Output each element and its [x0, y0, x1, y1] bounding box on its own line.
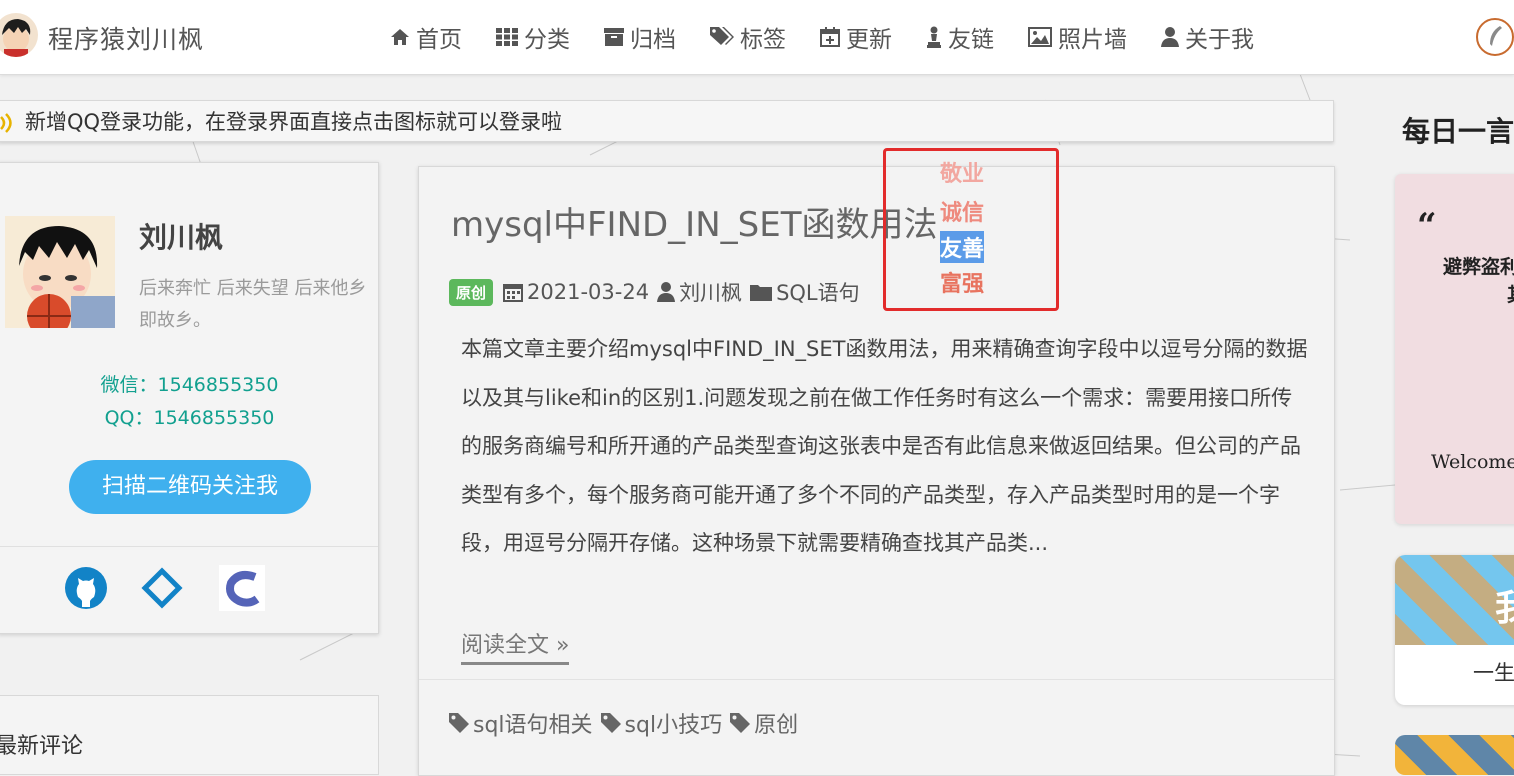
latest-comments-title: 最新评论 [0, 734, 84, 759]
nav-category[interactable]: 分类 [496, 20, 570, 54]
user-icon [657, 282, 676, 302]
home-icon [391, 29, 409, 45]
article-date: 2021-03-24 [527, 280, 650, 304]
calendar-plus-icon [820, 27, 840, 47]
gitee-icon[interactable] [139, 565, 185, 611]
user-icon [1161, 27, 1179, 47]
daily-quote-card: “ 避弊盗利 其 Welcome [1395, 174, 1514, 524]
nav-photos[interactable]: 照片墙 [1028, 20, 1127, 54]
nav-label: 标签 [740, 27, 786, 53]
profile-motto: 后来奔忙 后来失望 后来他乡即故乡。 [139, 278, 367, 331]
nav-update[interactable]: 更新 [820, 20, 892, 54]
nav-links[interactable]: 友链 [926, 20, 994, 54]
profile-name: 刘川枫 [139, 221, 224, 254]
article-category[interactable]: SQL语句 [776, 277, 860, 307]
divider [419, 679, 1334, 680]
original-badge: 原创 [449, 278, 494, 306]
quote-mark-icon: “ [1417, 206, 1437, 246]
article-excerpt: 本篇文章主要介绍mysql中FIND_IN_SET函数用法，用来精确查询字段中以… [461, 337, 1308, 555]
wechat-contact: 微信：1546855350 [100, 374, 279, 396]
nav-tags[interactable]: 标签 [710, 20, 786, 54]
banner-text: 我 [1495, 588, 1514, 629]
sidebar-feature-card[interactable]: 我 一生 [1395, 555, 1514, 705]
quote-text: 其 [1507, 280, 1514, 307]
chess-pawn-icon [927, 26, 941, 48]
floating-word: 敬业 [940, 162, 985, 187]
tag-item[interactable]: 原创 [730, 707, 798, 739]
tag-icon [730, 713, 751, 733]
tag-item[interactable]: sql小技巧 [600, 707, 723, 739]
calendar-icon [503, 284, 524, 302]
tag-item[interactable]: sql语句相关 [449, 707, 593, 739]
nav-label: 关于我 [1185, 27, 1254, 53]
nav-archive[interactable]: 归档 [604, 20, 676, 54]
tag-label: sql小技巧 [624, 713, 723, 738]
site-logo-avatar[interactable] [0, 13, 38, 57]
quote-text: 避弊盗利 [1443, 256, 1514, 278]
floating-word: 诚信 [940, 201, 985, 226]
qq-contact: QQ：1546855350 [104, 407, 275, 429]
nav-label: 归档 [630, 27, 676, 53]
article-tags: sql语句相关 sql小技巧 原创 [449, 707, 806, 739]
nav-home[interactable]: 首页 [390, 20, 462, 54]
broadcast-icon [0, 113, 12, 133]
notice-text: 新增QQ登录功能，在登录界面直接点击图标就可以登录啦 [25, 110, 563, 134]
main-nav: 首页 分类 归档 标签 更新 友链 照片墙 关于我 [390, 20, 1288, 54]
daily-quote-title: 每日一言 [1402, 115, 1514, 148]
nav-label: 友链 [948, 27, 994, 53]
floating-word-selected: 友善 [940, 231, 985, 263]
tag-label: 原创 [754, 713, 799, 738]
follow-qr-button[interactable]: 扫描二维码关注我 [69, 460, 311, 514]
archive-icon [604, 28, 624, 46]
divider [0, 546, 378, 547]
sidebar-feature-card-2[interactable] [1395, 735, 1514, 775]
profile-card: 刘川枫 后来奔忙 后来失望 后来他乡即故乡。 微信：1546855350 QQ：… [0, 162, 379, 634]
article-title[interactable]: mysql中FIND_IN_SET函数用法 [451, 197, 937, 246]
grid-icon [496, 28, 518, 46]
nav-label: 分类 [524, 27, 570, 53]
csdn-icon[interactable] [219, 565, 265, 611]
article-card: mysql中FIND_IN_SET函数用法 原创 2021-03-24 刘川枫 … [418, 166, 1335, 776]
tags-icon [710, 27, 734, 45]
tag-label: sql语句相关 [473, 713, 593, 738]
quill-logo-icon[interactable] [1476, 18, 1514, 56]
article-meta: 原创 2021-03-24 刘川枫 SQL语句 [449, 277, 860, 307]
notice-bar: 新增QQ登录功能，在登录界面直接点击图标就可以登录啦 [0, 100, 1334, 142]
nav-about[interactable]: 关于我 [1161, 20, 1254, 54]
nav-label: 更新 [846, 27, 892, 53]
tag-icon [600, 713, 621, 733]
article-author[interactable]: 刘川枫 [679, 277, 742, 307]
folder-icon [750, 285, 773, 301]
top-navbar: 程序猿刘川枫 首页 分类 归档 标签 更新 友链 照片墙 关于我 [0, 0, 1514, 75]
profile-avatar [5, 216, 115, 328]
image-icon [1028, 27, 1052, 47]
card-caption: 一生 [1473, 661, 1514, 685]
read-more-link[interactable]: 阅读全文 » [461, 627, 570, 665]
latest-comments-card: 最新评论 [0, 695, 379, 775]
tag-icon [449, 713, 469, 733]
site-title[interactable]: 程序猿刘川枫 [48, 20, 204, 56]
quote-welcome: Welcome [1431, 451, 1514, 473]
github-icon[interactable] [63, 565, 109, 611]
nav-label: 照片墙 [1058, 27, 1127, 53]
nav-label: 首页 [416, 27, 462, 53]
floating-word: 富强 [940, 272, 985, 297]
